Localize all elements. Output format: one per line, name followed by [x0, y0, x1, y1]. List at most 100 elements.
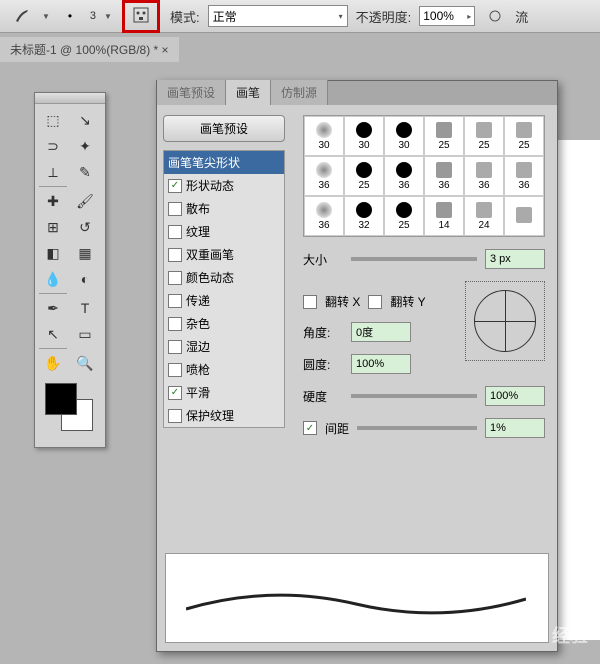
marquee-tool[interactable]: ⬚	[39, 108, 67, 132]
brush-tip-cell[interactable]: 32	[344, 196, 384, 236]
tip-size-label: 25	[438, 140, 449, 151]
brush-tip-cell[interactable]: 30	[304, 116, 344, 156]
brush-option-row[interactable]: 散布	[164, 197, 284, 220]
zoom-tool[interactable]: 🔍	[71, 351, 99, 375]
brush-tip-cell[interactable]	[504, 196, 544, 236]
dodge-tool[interactable]: ◐	[71, 267, 99, 291]
hardness-slider[interactable]	[351, 394, 477, 398]
brush-icon[interactable]	[10, 4, 34, 28]
brush-presets-button[interactable]: 画笔预设	[163, 115, 285, 142]
option-checkbox[interactable]	[168, 409, 182, 423]
brush-tip-cell[interactable]: 25	[464, 116, 504, 156]
opacity-pressure-icon[interactable]	[483, 4, 507, 28]
tip-size-label: 25	[358, 180, 369, 191]
tip-size-label: 36	[318, 220, 329, 231]
option-checkbox[interactable]: ✓	[168, 386, 182, 400]
brush-option-row[interactable]: 喷枪	[164, 358, 284, 381]
opacity-input[interactable]: 100% ▸	[419, 6, 475, 26]
brush-tip-cell[interactable]: 36	[504, 156, 544, 196]
brush-tip-cell[interactable]: 25	[344, 156, 384, 196]
brush-option-row[interactable]: 双重画笔	[164, 243, 284, 266]
brush-dropdown-icon[interactable]: ▼	[42, 12, 50, 21]
size-slider[interactable]	[351, 257, 477, 261]
brush-tip-cell[interactable]: 14	[424, 196, 464, 236]
eraser-tool[interactable]: ◧	[39, 241, 67, 265]
crop-tool[interactable]: ⟂	[39, 160, 67, 184]
flip-y-checkbox[interactable]	[368, 295, 382, 309]
eyedropper-tool[interactable]: ✎	[71, 160, 99, 184]
tab-brush-presets[interactable]: 画笔预设	[157, 80, 226, 105]
brush-option-row[interactable]: ✓平滑	[164, 381, 284, 404]
brush-option-row[interactable]: 颜色动态	[164, 266, 284, 289]
brush-tool[interactable]: 🖌	[71, 189, 99, 213]
pen-tool[interactable]: ✒	[39, 296, 67, 320]
brush-tip-cell[interactable]: 36	[304, 196, 344, 236]
hand-tool[interactable]: ✋	[39, 351, 67, 375]
spacing-checkbox[interactable]: ✓	[303, 421, 317, 435]
panel-grip[interactable]	[35, 93, 105, 104]
option-label: 喷枪	[186, 361, 210, 378]
shape-tool[interactable]: ▭	[71, 322, 99, 346]
tab-clone-source[interactable]: 仿制源	[271, 80, 328, 105]
option-checkbox[interactable]	[168, 294, 182, 308]
foreground-color-swatch[interactable]	[45, 383, 77, 415]
blend-mode-select[interactable]: 正常 ▾	[208, 5, 348, 27]
hardness-input[interactable]: 100%	[485, 386, 545, 406]
option-checkbox[interactable]	[168, 202, 182, 216]
brush-tip-grid[interactable]: 3030302525253625363636363632251424	[303, 115, 545, 237]
path-select-tool[interactable]: ↖	[39, 322, 67, 346]
brush-panel-toggle-button[interactable]	[122, 0, 160, 33]
option-label: 画笔笔尖形状	[168, 154, 240, 171]
spacing-input[interactable]: 1%	[485, 418, 545, 438]
gradient-tool[interactable]: ▦	[71, 241, 99, 265]
size-input[interactable]: 3 px	[485, 249, 545, 269]
brush-tip-cell[interactable]: 36	[464, 156, 504, 196]
option-checkbox[interactable]: ✓	[168, 179, 182, 193]
spacing-slider[interactable]	[357, 426, 477, 430]
brush-tip-cell[interactable]: 36	[384, 156, 424, 196]
brush-tip-cell[interactable]: 36	[424, 156, 464, 196]
brush-tip-cell[interactable]: 25	[424, 116, 464, 156]
brush-option-row[interactable]: 画笔笔尖形状	[164, 151, 284, 174]
roundness-input[interactable]: 100%	[351, 354, 411, 374]
brush-option-row[interactable]: 湿边	[164, 335, 284, 358]
color-swatches[interactable]	[35, 379, 105, 447]
option-checkbox[interactable]	[168, 248, 182, 262]
angle-input[interactable]: 0度	[351, 322, 411, 342]
brush-tip-cell[interactable]: 36	[304, 156, 344, 196]
document-tab[interactable]: 未标题-1 @ 100%(RGB/8) * ×	[0, 37, 179, 62]
history-brush-tool[interactable]: ↺	[71, 215, 99, 239]
brush-size-preview-icon[interactable]: •	[58, 4, 82, 28]
option-checkbox[interactable]	[168, 317, 182, 331]
brush-tip-cell[interactable]: 30	[344, 116, 384, 156]
brush-option-row[interactable]: ✓形状动态	[164, 174, 284, 197]
blur-tool[interactable]: 💧	[39, 267, 67, 291]
tip-size-label: 25	[478, 140, 489, 151]
brush-option-row[interactable]: 纹理	[164, 220, 284, 243]
tab-brush[interactable]: 画笔	[226, 80, 271, 105]
brush-option-row[interactable]: 传递	[164, 289, 284, 312]
wand-tool[interactable]: ✦	[71, 134, 99, 158]
brush-tip-cell[interactable]: 25	[384, 196, 424, 236]
brush-tip-cell[interactable]: 25	[504, 116, 544, 156]
brush-option-row[interactable]: 保护纹理	[164, 404, 284, 427]
brush-option-row[interactable]: 杂色	[164, 312, 284, 335]
brush-tip-cell[interactable]: 30	[384, 116, 424, 156]
option-checkbox[interactable]	[168, 271, 182, 285]
size-dropdown-icon[interactable]: ▼	[104, 12, 112, 21]
opacity-value: 100%	[423, 9, 454, 23]
heal-tool[interactable]: ✚	[39, 189, 67, 213]
stamp-tool[interactable]: ⊞	[39, 215, 67, 239]
lasso-tool[interactable]: ⊃	[39, 134, 67, 158]
brush-size-value[interactable]: 3	[90, 10, 96, 22]
brush-tip-cell[interactable]: 24	[464, 196, 504, 236]
option-label: 散布	[186, 200, 210, 217]
move-tool[interactable]: ↘	[71, 108, 99, 132]
option-checkbox[interactable]	[168, 225, 182, 239]
option-checkbox[interactable]	[168, 340, 182, 354]
brush-options-list: 画笔笔尖形状 ✓形状动态散布纹理双重画笔颜色动态传递杂色湿边喷枪 ✓平滑保护纹理	[163, 150, 285, 428]
flip-x-checkbox[interactable]	[303, 295, 317, 309]
option-checkbox[interactable]	[168, 363, 182, 377]
type-tool[interactable]: T	[71, 296, 99, 320]
angle-control[interactable]	[465, 281, 545, 361]
